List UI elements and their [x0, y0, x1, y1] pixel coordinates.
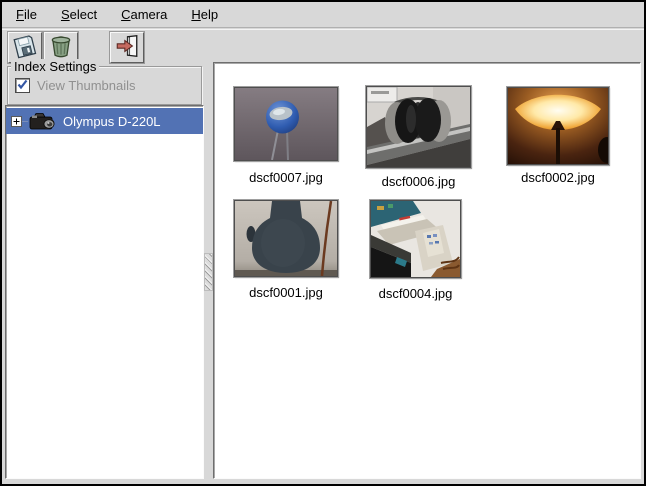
thumbnail-image-dscf0004[interactable]: [370, 200, 461, 278]
thumbnail-item: dscf0004.jpg: [369, 200, 462, 301]
thumbnail-image-dscf0001[interactable]: [234, 200, 338, 277]
thumbnail-filename: dscf0006.jpg: [365, 174, 472, 189]
app-window: File Select Camera Help: [0, 0, 646, 486]
view-thumbnails-label: View Thumbnails: [37, 78, 136, 93]
thumbnail-image-dscf0002[interactable]: [507, 87, 609, 165]
thumbnail-filename: dscf0007.jpg: [233, 170, 339, 185]
trash-icon: [48, 33, 74, 62]
menubar: File Select Camera Help: [2, 2, 644, 28]
menu-help[interactable]: Help: [185, 2, 224, 28]
checkmark-icon: [16, 78, 29, 94]
thumbnail-item: dscf0006.jpg: [365, 86, 472, 189]
floppy-disk-icon: [12, 33, 38, 62]
tree-row-label: Olympus D-220L: [63, 114, 161, 129]
menu-camera[interactable]: Camera: [115, 2, 173, 28]
thumbnail-image-dscf0006[interactable]: [366, 86, 471, 168]
frame-title: Index Settings: [11, 59, 99, 74]
exit-button[interactable]: [110, 32, 144, 63]
camera-tree: Olympus D-220L: [5, 105, 204, 479]
thumbnail-item: dscf0007.jpg: [233, 87, 339, 185]
splitter-grip[interactable]: [204, 253, 213, 291]
thumbnail-filename: dscf0004.jpg: [369, 286, 462, 301]
thumbnail-panel: dscf0007.jpg: [213, 62, 641, 479]
camera-icon: [29, 111, 57, 131]
thumbnail-filename: dscf0001.jpg: [233, 285, 339, 300]
expander-plus-icon[interactable]: [11, 116, 22, 127]
thumbnail-item: dscf0002.jpg: [506, 87, 610, 185]
thumbnail-image-dscf0007[interactable]: [234, 87, 338, 161]
exit-door-icon: [114, 33, 140, 62]
menu-file[interactable]: File: [10, 2, 43, 28]
thumbnail-filename: dscf0002.jpg: [506, 170, 610, 185]
pane-splitter[interactable]: [204, 62, 213, 479]
view-thumbnails-checkbox[interactable]: [15, 78, 30, 93]
tree-row-camera[interactable]: Olympus D-220L: [6, 108, 203, 134]
tree-connector-line: [22, 121, 28, 122]
thumbnail-item: dscf0001.jpg: [233, 200, 339, 300]
menu-select[interactable]: Select: [55, 2, 103, 28]
